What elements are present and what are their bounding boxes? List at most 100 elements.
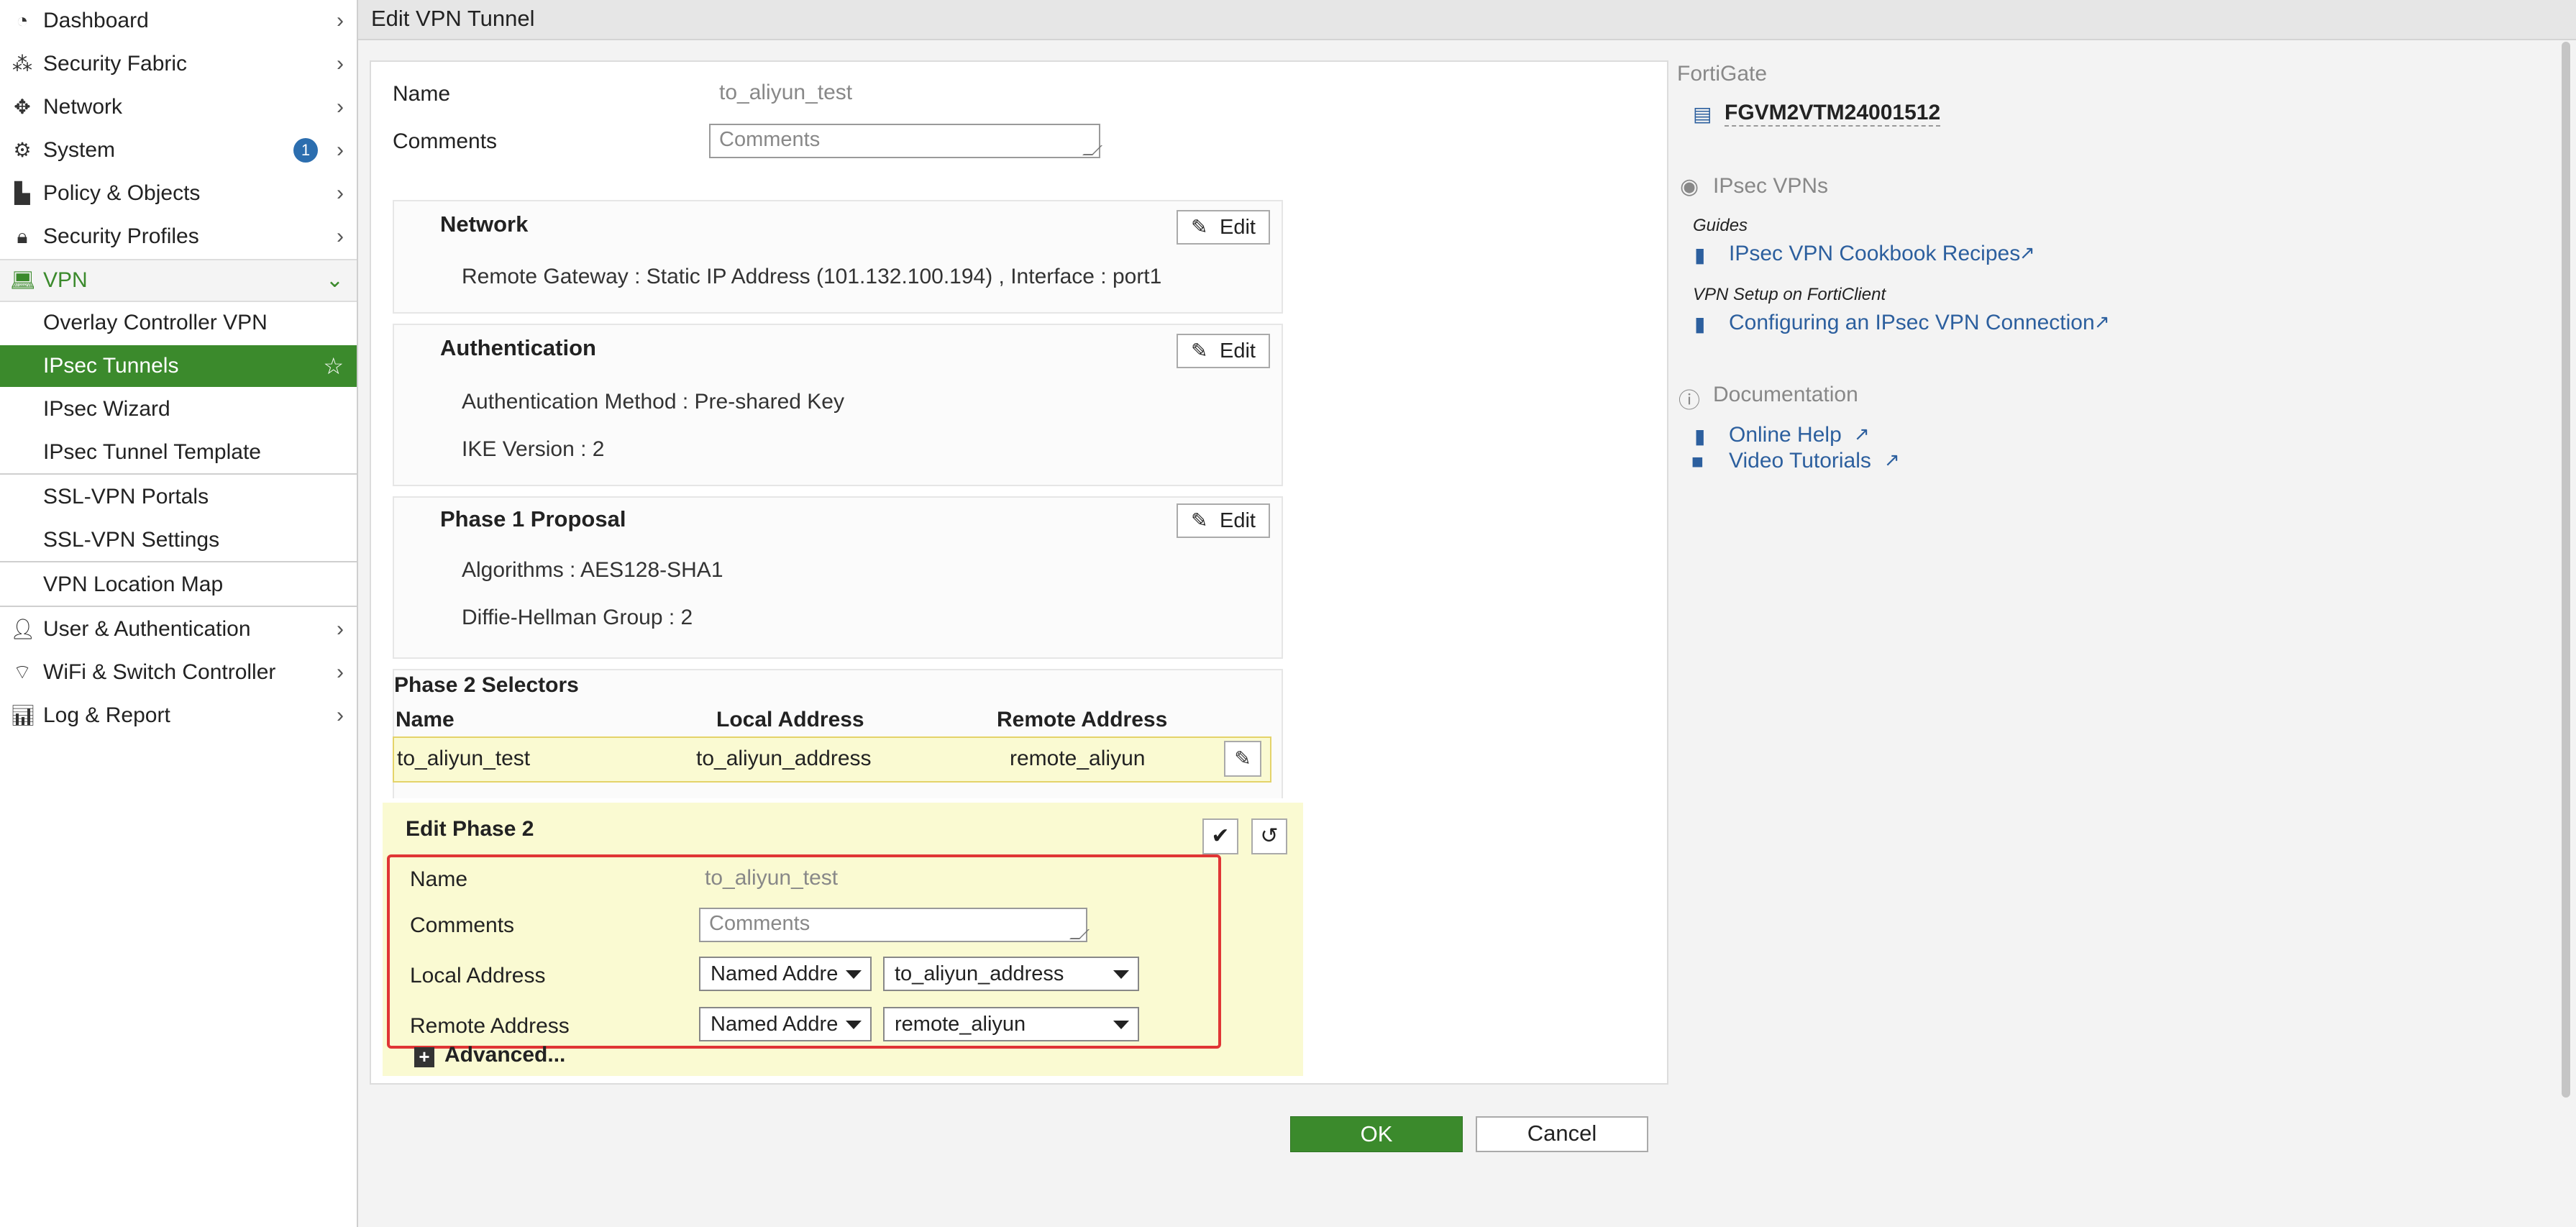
local-address-select[interactable]: to_aliyun_address [883, 957, 1139, 991]
auth-method: Authentication Method : Pre-shared Key [462, 390, 844, 414]
video-tutorials-link[interactable]: Video Tutorials [1729, 449, 1871, 473]
phase2-title: Phase 2 Selectors [394, 673, 579, 697]
dashboard-icon: ◔ [16, 9, 29, 32]
sidebar-item-ipsec-tunnels[interactable]: IPsec Tunnels ☆ [0, 345, 357, 387]
ipsec-vpns-heading: IPsec VPNs [1713, 174, 1829, 198]
pencil-icon: ✎ [1191, 216, 1208, 238]
device-serial-link[interactable]: FGVM2VTM24001512 [1725, 101, 1941, 127]
video-icon: ■ [1691, 450, 1704, 473]
chart-icon: 📊︎ [10, 704, 36, 726]
comments-input[interactable]: Comments [709, 124, 1102, 158]
sidebar-item-wifi-switch-controller[interactable]: ⌔ WiFi & Switch Controller › [0, 652, 357, 693]
chevron-right-icon: › [337, 95, 344, 119]
sidebar-item-policy-objects[interactable]: ▙ Policy & Objects › [0, 173, 357, 214]
caret-down-icon [846, 1021, 862, 1029]
fortigate-heading: FortiGate [1677, 62, 1768, 86]
p2-remote-address-label: Remote Address [410, 1014, 570, 1038]
cancel-button[interactable]: Cancel [1476, 1116, 1648, 1152]
cell-remote: remote_aliyun [1010, 747, 1146, 770]
p2-name-value: to_aliyun_test [705, 866, 839, 890]
sidebar-item-dashboard[interactable]: ◔ Dashboard › [0, 0, 357, 42]
lock-icon: 🔒︎ [17, 225, 28, 247]
ipsec-icon: ◉ [1680, 175, 1699, 199]
ok-button[interactable]: OK [1290, 1116, 1463, 1152]
advanced-toggle[interactable]: Advanced... [444, 1043, 565, 1067]
book-icon: ▮ [1694, 244, 1706, 266]
sidebar-item-log-report[interactable]: 📊︎ Log & Report › [0, 695, 357, 736]
sidebar-item-ipsec-tunnel-template[interactable]: IPsec Tunnel Template [0, 432, 357, 473]
table-row[interactable]: to_aliyun_test to_aliyun_address remote_… [393, 736, 1271, 783]
revert-button[interactable]: ↺ [1251, 818, 1287, 854]
local-address-type-select[interactable]: Named Addre [699, 957, 872, 991]
sidebar-item-vpn-location-map[interactable]: VPN Location Map [0, 564, 357, 606]
chevron-right-icon: › [337, 617, 344, 641]
edit-phase2-title: Edit Phase 2 [406, 817, 534, 841]
pencil-icon: ✎ [1191, 509, 1208, 532]
chevron-right-icon: › [337, 181, 344, 205]
book-icon: ▮ [1694, 425, 1706, 447]
column-header-local-address: Local Address [716, 708, 864, 731]
sidebar-item-ipsec-wizard[interactable]: IPsec Wizard [0, 388, 357, 430]
forticlient-label: VPN Setup on FortiClient [1693, 285, 1886, 304]
remote-address-type-select[interactable]: Named Addre [699, 1007, 872, 1041]
sidebar-item-overlay-controller-vpn[interactable]: Overlay Controller VPN [0, 302, 357, 344]
laptop-icon: 💻︎ [10, 269, 36, 291]
sidebar-item-security-profiles[interactable]: 🔒︎ Security Profiles › [0, 216, 357, 257]
divider [0, 561, 357, 562]
chevron-right-icon: › [337, 660, 344, 684]
sidebar-item-ssl-vpn-settings[interactable]: SSL-VPN Settings [0, 519, 357, 561]
chevron-right-icon: › [337, 52, 344, 76]
fabric-icon: ⁂ [12, 53, 32, 75]
caret-down-icon [1113, 970, 1129, 979]
user-icon: 👤︎ [10, 618, 36, 640]
sidebar-item-system[interactable]: ⚙ System 1 › [0, 129, 357, 171]
pencil-icon: ✎ [1234, 747, 1251, 770]
caret-down-icon [846, 970, 862, 979]
sidebar-item-security-fabric[interactable]: ⁂ Security Fabric › [0, 43, 357, 85]
edit-selector-button[interactable]: ✎ [1224, 741, 1261, 777]
edit-tunnel-panel: Name to_aliyun_test Comments Comments Ne… [370, 60, 1668, 1085]
scrollbar[interactable] [2562, 42, 2570, 1098]
section-title: Network [440, 211, 529, 237]
divider [0, 606, 357, 607]
sidebar-item-network[interactable]: ✥ Network › [0, 86, 357, 128]
external-link-icon: ↗ [2094, 311, 2110, 332]
chevron-right-icon: › [337, 703, 344, 727]
comments-label: Comments [393, 129, 498, 153]
network-section: Network ✎ Edit Remote Gateway : Static I… [393, 200, 1283, 314]
star-icon[interactable]: ☆ [323, 345, 344, 387]
notification-badge: 1 [293, 138, 318, 163]
chevron-down-icon: ⌄ [325, 268, 344, 292]
cookbook-link[interactable]: IPsec VPN Cookbook Recipes [1729, 242, 2020, 266]
forticlient-link[interactable]: Configuring an IPsec VPN Connection [1729, 311, 2095, 335]
pencil-icon: ✎ [1191, 339, 1208, 362]
p2-comments-label: Comments [410, 913, 515, 937]
p2-local-address-label: Local Address [410, 964, 546, 987]
p2-comments-input[interactable]: Comments [699, 908, 1090, 942]
phase1-algorithms: Algorithms : AES128-SHA1 [462, 558, 723, 582]
phase1-section: Phase 1 Proposal ✎ Edit Algorithms : AES… [393, 496, 1283, 659]
undo-icon: ↺ [1260, 824, 1279, 848]
name-value: to_aliyun_test [719, 81, 853, 104]
check-circle-icon: ✔ [1211, 824, 1230, 848]
p2-name-label: Name [410, 867, 468, 891]
chevron-right-icon: › [337, 138, 344, 162]
online-help-link[interactable]: Online Help [1729, 423, 1842, 447]
sidebar-item-user-authentication[interactable]: 👤︎ User & Authentication › [0, 608, 357, 650]
sidebar-item-vpn[interactable]: 💻︎ VPN ⌄ [0, 259, 357, 302]
sidebar-item-ssl-vpn-portals[interactable]: SSL-VPN Portals [0, 476, 357, 518]
resize-handle-icon[interactable] [1082, 145, 1102, 155]
apply-button[interactable]: ✔ [1202, 818, 1238, 854]
external-link-icon: ↗ [1884, 449, 1900, 470]
phase1-edit-button[interactable]: ✎ Edit [1177, 503, 1270, 538]
remote-address-select[interactable]: remote_aliyun [883, 1007, 1139, 1041]
plus-square-icon[interactable]: + [414, 1047, 434, 1067]
edit-phase2-section: Edit Phase 2 ✔ ↺ Name to_aliyun_test Com… [383, 803, 1303, 1076]
divider [0, 473, 357, 475]
resize-handle-icon[interactable] [1069, 929, 1090, 939]
policy-icon: ▙ [14, 182, 30, 204]
authentication-edit-button[interactable]: ✎ Edit [1177, 334, 1270, 368]
network-edit-button[interactable]: ✎ Edit [1177, 210, 1270, 245]
network-icon: ✥ [14, 96, 31, 118]
section-title: Phase 1 Proposal [440, 506, 626, 532]
